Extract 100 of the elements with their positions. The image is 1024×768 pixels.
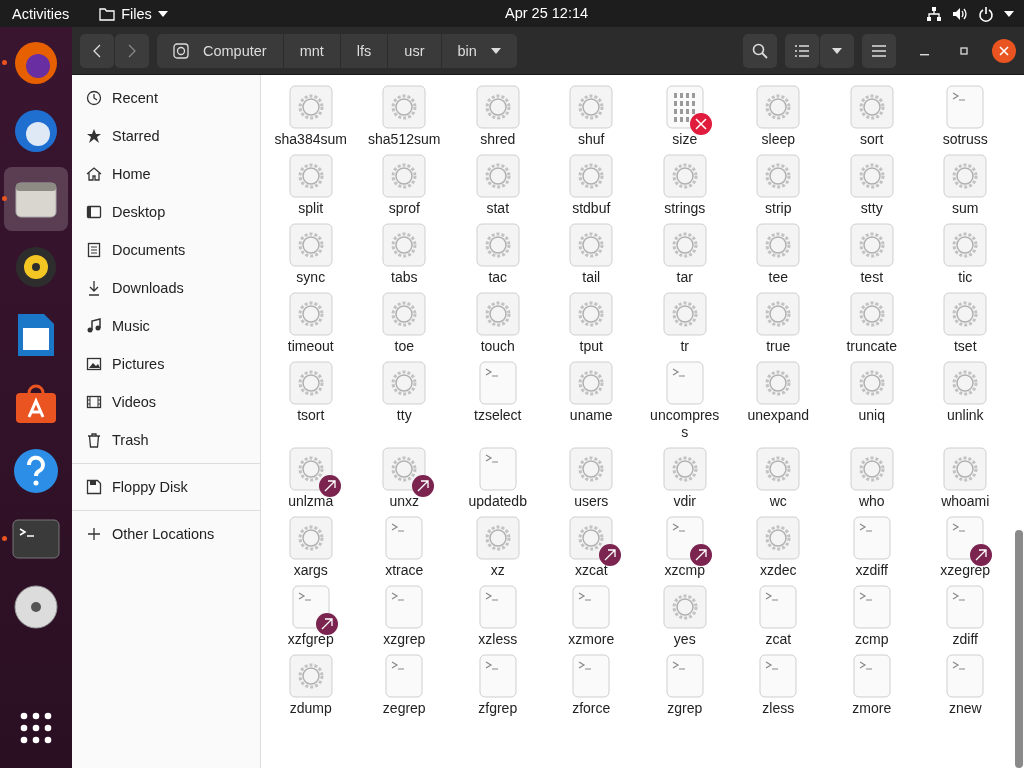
file-item[interactable]: unxz	[357, 447, 451, 510]
file-item[interactable]: xzcmp	[638, 516, 732, 579]
view-options-button[interactable]	[820, 33, 854, 68]
file-item[interactable]: xz	[451, 516, 545, 579]
terminal-icon[interactable]	[12, 519, 60, 559]
file-item[interactable]: shuf	[544, 85, 638, 148]
list-view-button[interactable]	[785, 33, 819, 68]
file-item[interactable]: shred	[451, 85, 545, 148]
clock[interactable]: Apr 25 12:14	[505, 5, 589, 21]
file-item[interactable]: xzdec	[731, 516, 825, 579]
file-item[interactable]: sleep	[731, 85, 825, 148]
file-item[interactable]: xzegrep	[918, 516, 1012, 579]
file-item[interactable]: tac	[451, 223, 545, 286]
file-item[interactable]: zegrep	[357, 654, 451, 717]
file-item[interactable]: tic	[918, 223, 1012, 286]
close-button[interactable]	[992, 38, 1016, 63]
file-item[interactable]: xzcat	[544, 516, 638, 579]
power-icon[interactable]	[978, 5, 994, 22]
sidebar-item[interactable]: Recent	[72, 79, 260, 117]
app-grid-icon[interactable]	[20, 712, 52, 744]
file-item[interactable]: zforce	[544, 654, 638, 717]
file-item[interactable]: sha384sum	[264, 85, 358, 148]
sidebar-item[interactable]: Floppy Disk	[72, 468, 260, 506]
activities-button[interactable]: Activities	[12, 5, 70, 22]
sidebar-item[interactable]: Documents	[72, 231, 260, 269]
file-item[interactable]: sha512sum	[357, 85, 451, 148]
file-item[interactable]: test	[825, 223, 919, 286]
sidebar-item[interactable]: Starred	[72, 117, 260, 155]
file-item[interactable]: vdir	[638, 447, 732, 510]
bird-envelope-icon[interactable]	[13, 108, 59, 154]
file-item[interactable]: strings	[638, 154, 732, 217]
file-item[interactable]: zfgrep	[451, 654, 545, 717]
file-item[interactable]: unlzma	[264, 447, 358, 510]
file-item[interactable]: tar	[638, 223, 732, 286]
file-item[interactable]: timeout	[264, 292, 358, 355]
file-item[interactable]: tee	[731, 223, 825, 286]
file-item[interactable]: who	[825, 447, 919, 510]
file-item[interactable]: tput	[544, 292, 638, 355]
file-item[interactable]: sum	[918, 154, 1012, 217]
file-item[interactable]: xzfgrep	[264, 585, 358, 648]
document-icon[interactable]	[16, 312, 56, 358]
file-item[interactable]: xzless	[451, 585, 545, 648]
path-button[interactable]: usr	[388, 33, 442, 68]
sidebar-item[interactable]: Desktop	[72, 193, 260, 231]
file-item[interactable]: tabs	[357, 223, 451, 286]
speaker-icon[interactable]	[14, 245, 58, 289]
file-item[interactable]: xargs	[264, 516, 358, 579]
dock-item[interactable]	[4, 167, 68, 231]
file-item[interactable]: users	[544, 447, 638, 510]
menu-button[interactable]	[862, 33, 896, 68]
file-item[interactable]: stdbuf	[544, 154, 638, 217]
file-item[interactable]: zgrep	[638, 654, 732, 717]
file-item[interactable]: zcmp	[825, 585, 919, 648]
file-item[interactable]: zdiff	[918, 585, 1012, 648]
file-item[interactable]: tzselect	[451, 361, 545, 441]
file-item[interactable]: xzdiff	[825, 516, 919, 579]
file-item[interactable]: unexpand	[731, 361, 825, 441]
file-item[interactable]: size	[638, 85, 732, 148]
file-item[interactable]: sync	[264, 223, 358, 286]
file-item[interactable]: truncate	[825, 292, 919, 355]
file-item[interactable]: zmore	[825, 654, 919, 717]
folder-icon[interactable]	[14, 179, 58, 219]
file-item[interactable]: zless	[731, 654, 825, 717]
file-item[interactable]: unlink	[918, 361, 1012, 441]
file-item[interactable]: zdump	[264, 654, 358, 717]
file-item[interactable]: whoami	[918, 447, 1012, 510]
search-button[interactable]	[743, 33, 777, 68]
file-item[interactable]: xtrace	[357, 516, 451, 579]
file-item[interactable]: toe	[357, 292, 451, 355]
file-item[interactable]: strip	[731, 154, 825, 217]
file-item[interactable]: split	[264, 154, 358, 217]
back-button[interactable]	[80, 33, 114, 68]
file-item[interactable]: stat	[451, 154, 545, 217]
file-item[interactable]: tsort	[264, 361, 358, 441]
file-item[interactable]: touch	[451, 292, 545, 355]
file-item[interactable]: sprof	[357, 154, 451, 217]
file-item[interactable]: tr	[638, 292, 732, 355]
path-button[interactable]: mnt	[283, 33, 341, 68]
path-button[interactable]: bin	[441, 33, 517, 68]
file-item[interactable]: xzgrep	[357, 585, 451, 648]
file-item[interactable]: uname	[544, 361, 638, 441]
disc-icon[interactable]	[13, 584, 59, 630]
file-item[interactable]: tset	[918, 292, 1012, 355]
file-item[interactable]: wc	[731, 447, 825, 510]
caret-icon[interactable]	[1004, 10, 1014, 17]
fox-globe-icon[interactable]	[13, 40, 59, 86]
file-item[interactable]: sort	[825, 85, 919, 148]
sidebar-item[interactable]: Trash	[72, 421, 260, 459]
help-icon[interactable]	[12, 447, 60, 495]
file-item[interactable]: stty	[825, 154, 919, 217]
file-item[interactable]: updatedb	[451, 447, 545, 510]
sidebar-item[interactable]: Pictures	[72, 345, 260, 383]
sidebar-item[interactable]: Videos	[72, 383, 260, 421]
path-button[interactable]: lfs	[340, 33, 389, 68]
path-button[interactable]: Computer	[157, 33, 284, 68]
app-menu[interactable]: Files	[99, 5, 168, 22]
file-item[interactable]: tty	[357, 361, 451, 441]
sidebar-item[interactable]: Downloads	[72, 269, 260, 307]
sidebar-item[interactable]: Other Locations	[72, 515, 260, 553]
file-item[interactable]: yes	[638, 585, 732, 648]
